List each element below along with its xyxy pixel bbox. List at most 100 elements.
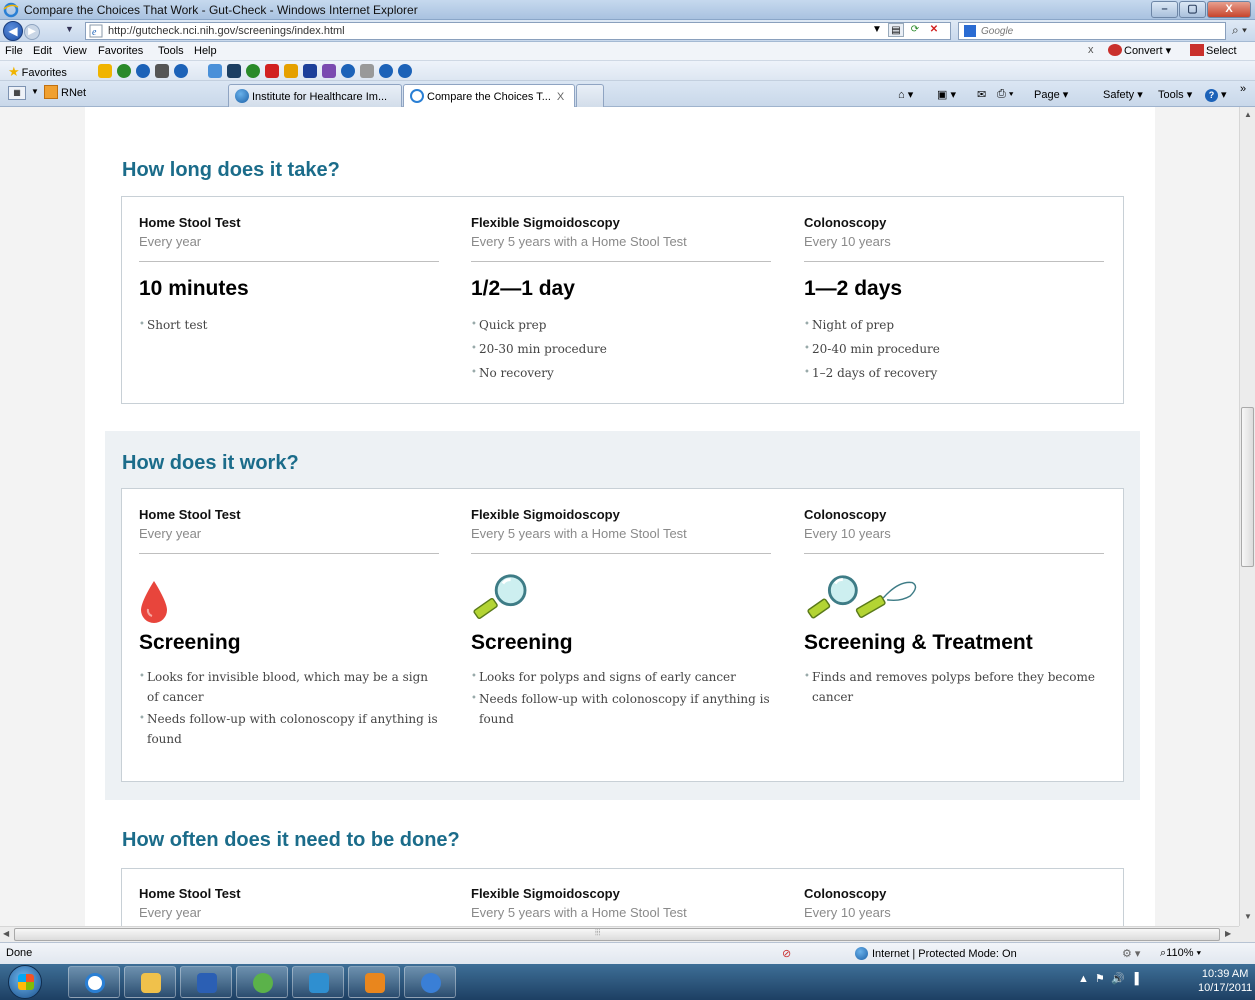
url-field[interactable]: e http://gutcheck.nci.nih.gov/screenings… — [85, 22, 951, 40]
url-dropdown-icon[interactable]: ▼ — [869, 23, 885, 37]
mail-icon[interactable]: ✉ — [977, 88, 986, 101]
system-tray[interactable]: ▲ ⚑ 🔊 ▐ — [1078, 972, 1139, 985]
taskbar-outlook[interactable] — [348, 966, 400, 998]
close-button[interactable]: X — [1207, 1, 1251, 18]
tab-label: Compare the Choices T... — [427, 91, 551, 103]
history-dropdown-icon[interactable]: ▼ — [65, 24, 74, 34]
horizontal-scroll-thumb[interactable] — [14, 928, 1220, 941]
privacy-icon[interactable]: ⊘ — [782, 947, 791, 960]
tab-group-rnet[interactable]: RNet — [44, 85, 86, 99]
menu-view[interactable]: View — [63, 45, 87, 57]
fav-link-4-icon[interactable] — [174, 64, 188, 78]
list-item: 20-40 min procedure — [804, 339, 1104, 359]
tab-institute[interactable]: Institute for Healthcare Im... — [228, 84, 402, 107]
favorites-button[interactable]: ★ Favorites — [8, 64, 67, 80]
scroll-down-icon[interactable]: ▼ — [1244, 912, 1252, 921]
maximize-button[interactable]: ▢ — [1179, 1, 1206, 18]
window-title: Compare the Choices That Work - Gut-Chec… — [24, 3, 418, 17]
menu-favorites[interactable]: Favorites — [98, 45, 143, 57]
taskbar-ie[interactable] — [68, 966, 120, 998]
zone-text: Internet | Protected Mode: On — [872, 948, 1017, 960]
fav-link-6-icon[interactable] — [227, 64, 241, 78]
ie-logo-icon — [3, 2, 19, 18]
fav-link-1-icon[interactable] — [117, 64, 131, 78]
fav-link-13-icon[interactable] — [360, 64, 374, 78]
taskbar-lync[interactable] — [292, 966, 344, 998]
fav-link-8-icon[interactable] — [265, 64, 279, 78]
horizontal-scrollbar[interactable]: ◀ ⦙⦙⦙ ▶ — [0, 926, 1239, 942]
fav-link-3-icon[interactable] — [155, 64, 169, 78]
convert-button[interactable]: Convert ▾ — [1108, 44, 1171, 57]
fav-link-2-icon[interactable] — [136, 64, 150, 78]
start-button[interactable] — [8, 965, 42, 999]
fav-link-11-icon[interactable] — [322, 64, 336, 78]
fav-link-10-icon[interactable] — [303, 64, 317, 78]
zoom-control[interactable]: ⌕110% ▾ — [1160, 947, 1201, 960]
quick-tabs-icon[interactable]: ▦ — [8, 86, 26, 100]
detail-list: Looks for invisible blood, which may be … — [139, 667, 439, 749]
minimize-button[interactable]: – — [1151, 1, 1178, 18]
menu-tools[interactable]: Tools — [158, 45, 184, 57]
fav-link-15-icon[interactable] — [398, 64, 412, 78]
scroll-left-icon[interactable]: ◀ — [3, 929, 9, 938]
test-name: Home Stool Test — [139, 507, 241, 522]
fav-link-14-icon[interactable] — [379, 64, 393, 78]
home-icon[interactable]: ⌂ ▾ — [898, 88, 913, 101]
scroll-right-icon[interactable]: ▶ — [1225, 929, 1231, 938]
menu-edit[interactable]: Edit — [33, 45, 52, 57]
fav-link-9-icon[interactable] — [284, 64, 298, 78]
tab-bar: ▦ ▼ RNet Institute for Healthcare Im... … — [0, 81, 1255, 107]
search-field[interactable]: Google — [958, 22, 1226, 40]
add-favorite-icon[interactable] — [98, 64, 112, 78]
scroll-up-icon[interactable]: ▲ — [1244, 110, 1252, 119]
fav-link-5-icon[interactable] — [208, 64, 222, 78]
back-button[interactable]: ◀ — [3, 21, 23, 41]
clock-time: 10:39 AM — [1201, 968, 1249, 980]
fav-link-12-icon[interactable] — [341, 64, 355, 78]
help-icon[interactable]: ? ▾ — [1205, 88, 1227, 102]
favorites-bar: ★ Favorites — [0, 61, 1255, 81]
convert-icon — [1108, 44, 1122, 56]
test-frequency: Every 5 years with a Home Stool Test — [471, 526, 687, 541]
tab-compare[interactable]: Compare the Choices T... X — [403, 84, 575, 107]
svg-text:e: e — [92, 27, 97, 38]
vertical-scrollbar[interactable]: ▲ ▼ — [1239, 107, 1255, 926]
taskbar-word[interactable] — [180, 966, 232, 998]
taskbar-explorer[interactable] — [124, 966, 176, 998]
menu-file[interactable]: File — [5, 45, 23, 57]
vertical-scroll-thumb[interactable] — [1241, 407, 1254, 567]
feeds-icon[interactable]: ▣ ▾ — [937, 88, 956, 101]
tools-menu[interactable]: Tools ▾ — [1158, 88, 1192, 101]
globe-icon — [855, 947, 868, 960]
test-frequency: Every 5 years with a Home Stool Test — [471, 905, 687, 920]
menu-help[interactable]: Help — [194, 45, 217, 57]
test-frequency: Every year — [139, 234, 202, 249]
tab-list-dropdown-icon[interactable]: ▼ — [31, 87, 39, 96]
security-zone[interactable]: Internet | Protected Mode: On — [855, 947, 1017, 960]
toolbar-close-button[interactable]: x — [1088, 44, 1094, 56]
refresh-icon[interactable]: ⟳ — [907, 23, 923, 37]
chevron-more-icon[interactable]: » — [1240, 83, 1246, 95]
forward-button[interactable]: ▶ — [24, 24, 40, 40]
taskbar-messenger[interactable] — [236, 966, 288, 998]
page-menu[interactable]: Page ▾ — [1034, 88, 1068, 101]
print-icon[interactable]: ⎙ ▾ — [997, 88, 1013, 101]
clock[interactable]: 10:39 AM 10/17/2011 — [1198, 967, 1252, 995]
tab-close-icon[interactable]: X — [557, 91, 564, 103]
new-tab-button[interactable] — [576, 84, 604, 107]
favorites-label: Favorites — [21, 67, 67, 79]
taskbar-itunes[interactable] — [404, 966, 456, 998]
lync-icon — [309, 973, 329, 993]
add-ons-icon[interactable]: ⚙ ▾ — [1122, 947, 1140, 960]
duration-value: 1/2—1 day — [471, 277, 575, 300]
test-frequency: Every year — [139, 526, 202, 541]
safety-menu[interactable]: Safety ▾ — [1103, 88, 1143, 101]
compat-view-icon[interactable]: ▤ — [888, 23, 904, 37]
search-icon[interactable]: ⌕ ▾ — [1232, 23, 1247, 38]
fav-link-7-icon[interactable] — [246, 64, 260, 78]
stop-icon[interactable]: ✕ — [926, 23, 942, 37]
test-frequency: Every 10 years — [804, 234, 891, 249]
status-text: Done — [6, 947, 33, 959]
select-button[interactable]: Select — [1190, 44, 1237, 57]
